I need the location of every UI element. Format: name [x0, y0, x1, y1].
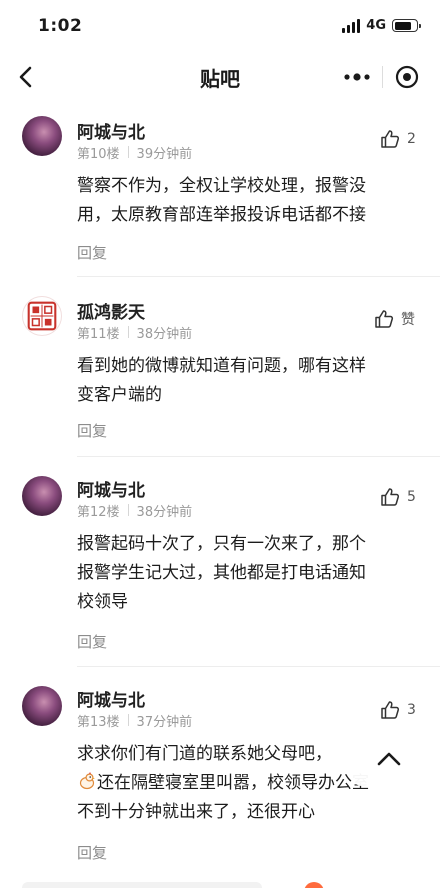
- like-button[interactable]: 赞: [374, 309, 415, 329]
- more-icon[interactable]: [342, 68, 372, 86]
- battery-icon: [392, 19, 421, 32]
- divider: [77, 456, 440, 457]
- like-count: 2: [407, 131, 416, 147]
- username[interactable]: 阿城与北: [77, 118, 145, 143]
- post-time: 38分钟前: [136, 327, 193, 342]
- comment-meta: 第10楼 39分钟前: [77, 143, 192, 162]
- thumbs-up-icon: [381, 701, 400, 719]
- like-count: 5: [407, 489, 416, 505]
- divider: [77, 666, 440, 667]
- thumbs-up-icon: [381, 488, 400, 506]
- thumbs-up-icon: [381, 130, 400, 148]
- chevron-up-icon: [377, 752, 401, 766]
- page-title: 贴吧: [200, 67, 240, 91]
- floor-number: 第13楼: [77, 715, 120, 730]
- post-time: 39分钟前: [136, 147, 193, 162]
- status-bar: 1:02 4G: [0, 0, 440, 54]
- comment-item: 孤鸿影天 第11楼 38分钟前 赞 看到她的微博就知道有问题，哪有这样 变客户端…: [0, 288, 440, 458]
- comment-meta: 第12楼 38分钟前: [77, 501, 192, 520]
- avatar[interactable]: [22, 296, 62, 336]
- post-time: 38分钟前: [136, 505, 193, 520]
- scroll-top-button[interactable]: [352, 732, 426, 786]
- chicken-emoji-icon: [79, 772, 95, 790]
- post-time: 37分钟前: [136, 715, 193, 730]
- comment-text: 报警起码十次了，只有一次来了，那个 报警学生记大过，其他都是打电话通知 校领导: [77, 534, 366, 612]
- comment-text: 警察不作为，全权让学校处理，报警没 用，太原教育部连举报投诉电话都不接: [77, 176, 366, 225]
- avatar[interactable]: [22, 116, 62, 156]
- comment-input[interactable]: [22, 882, 262, 888]
- username[interactable]: 阿城与北: [77, 476, 145, 501]
- reply-button[interactable]: 回复: [77, 842, 107, 863]
- reply-button[interactable]: 回复: [77, 420, 107, 441]
- comment-item: 阿城与北 第10楼 39分钟前 2 警察不作为，全权让学校处理，报警没 用，太原…: [0, 108, 440, 278]
- reply-button[interactable]: 回复: [77, 631, 107, 652]
- floor-number: 第12楼: [77, 505, 120, 520]
- close-miniprogram-icon[interactable]: [394, 64, 420, 90]
- floor-number: 第11楼: [77, 327, 120, 342]
- avatar[interactable]: [22, 686, 62, 726]
- comment-meta: 第13楼 37分钟前: [77, 711, 192, 730]
- comment-text: 看到她的微博就知道有问题，哪有这样 变客户端的: [77, 356, 366, 405]
- signal-icon: [342, 18, 361, 33]
- bottom-bar: [0, 876, 440, 888]
- thumbs-up-icon: [375, 310, 394, 328]
- reply-button[interactable]: 回复: [77, 242, 107, 263]
- network-label: 4G: [366, 18, 386, 33]
- avatar[interactable]: [22, 476, 62, 516]
- like-button[interactable]: 2: [380, 129, 416, 149]
- divider: [77, 276, 440, 277]
- username[interactable]: 孤鸿影天: [77, 298, 145, 323]
- comment-meta: 第11楼 38分钟前: [77, 323, 192, 342]
- status-indicators: 4G: [342, 18, 421, 33]
- floor-number: 第10楼: [77, 147, 120, 162]
- like-button[interactable]: 5: [380, 487, 416, 507]
- like-count: 赞: [401, 312, 415, 328]
- like-count: 3: [407, 702, 416, 718]
- action-icon[interactable]: [304, 882, 324, 888]
- like-button[interactable]: 3: [380, 700, 416, 720]
- username[interactable]: 阿城与北: [77, 686, 145, 711]
- comment-item: 阿城与北 第12楼 38分钟前 5 报警起码十次了，只有一次来了，那个 报警学生…: [0, 466, 440, 667]
- nav-bar: 贴吧: [0, 54, 440, 100]
- nav-divider: [382, 66, 383, 88]
- status-time: 1:02: [38, 16, 83, 36]
